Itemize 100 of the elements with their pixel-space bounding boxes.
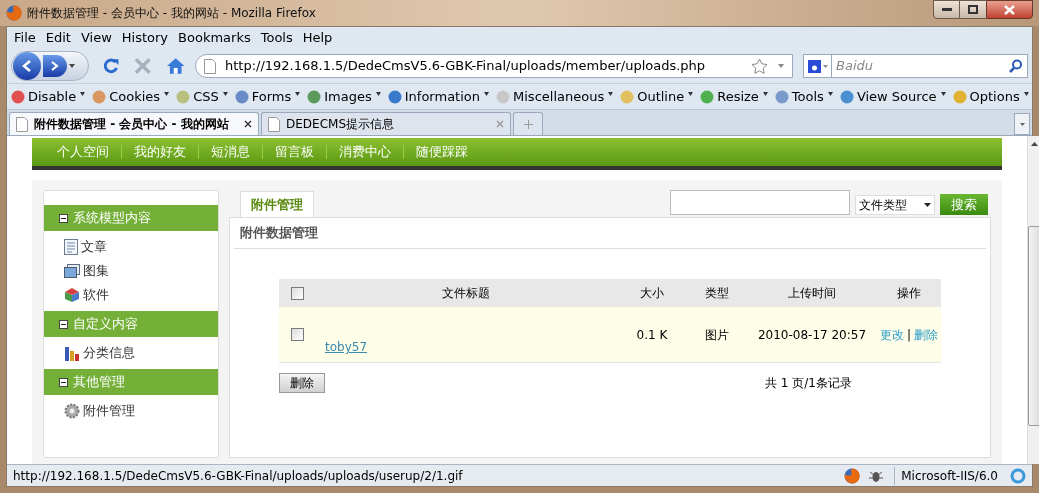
- table-cell-text: 0.1 K: [635, 326, 669, 344]
- browser-tab[interactable]: 附件数据管理 - 会员中心 - 我的网站: [9, 112, 259, 135]
- back-forward-button[interactable]: [11, 51, 89, 81]
- server-text: Microsoft-IIS/6.0: [894, 466, 1004, 485]
- toolbar-menu[interactable]: Options: [952, 86, 1029, 107]
- caret-icon[interactable]: [822, 64, 828, 68]
- caret-icon: [295, 91, 301, 96]
- cube-icon: [64, 287, 80, 303]
- toolbar-menu[interactable]: Cookies: [92, 86, 170, 107]
- file-type-select[interactable]: 文件类型: [855, 195, 935, 215]
- menu-item[interactable]: View: [80, 28, 112, 48]
- home-icon[interactable]: [165, 57, 185, 75]
- minimize-button[interactable]: [933, 0, 960, 19]
- menu-item[interactable]: Edit: [45, 28, 71, 48]
- caret-icon: [80, 91, 86, 96]
- collapse-icon[interactable]: [59, 377, 68, 387]
- checkbox[interactable]: [290, 328, 304, 341]
- section-title: 附件数据管理: [240, 224, 318, 243]
- column-header: 大小: [639, 285, 665, 302]
- checkbox[interactable]: [290, 286, 304, 300]
- table-cell-text: 2010-08-17 20:57: [756, 326, 868, 344]
- search-button[interactable]: [1004, 54, 1028, 78]
- caret-icon: [608, 91, 614, 96]
- caret-icon: [762, 91, 768, 96]
- browser-tab[interactable]: DEDECMS提示信息: [261, 112, 511, 135]
- caret-icon: [688, 91, 694, 96]
- maximize-button[interactable]: [960, 0, 986, 19]
- toolbar-menu[interactable]: Resize: [700, 86, 768, 107]
- caret-icon: [1023, 91, 1029, 96]
- page-icon: [203, 58, 216, 74]
- collapse-icon[interactable]: [59, 213, 68, 223]
- sidebar-link[interactable]: 文章: [81, 237, 107, 257]
- search-field[interactable]: Baidu: [832, 54, 1004, 78]
- toolbar-menu[interactable]: CSS: [176, 86, 228, 107]
- menu-item[interactable]: Help: [302, 28, 333, 48]
- column-header: 上传时间: [787, 285, 837, 302]
- caret-icon: [484, 91, 490, 96]
- caret-icon: [69, 64, 75, 68]
- document-icon: [64, 239, 78, 255]
- caret-icon: [1019, 122, 1025, 126]
- forward-icon: [51, 61, 59, 71]
- window-title: 附件数据管理 - 会员中心 - 我的网站 - Mozilla Firefox: [27, 5, 316, 22]
- toolbar-menu[interactable]: Information: [387, 86, 490, 107]
- toolbar-menu[interactable]: Disable: [11, 86, 86, 107]
- disable-icon: [11, 89, 25, 104]
- star-icon[interactable]: [751, 58, 768, 74]
- page-icon: [16, 116, 28, 132]
- caret-icon: [940, 91, 946, 96]
- tab-list-button[interactable]: [1014, 113, 1030, 135]
- keyword-field[interactable]: [670, 190, 850, 215]
- firefox-icon: [6, 5, 22, 21]
- pagination-text: 共 1 页/1条记录: [765, 375, 852, 392]
- caret-icon: [827, 91, 833, 96]
- delete-button[interactable]: 删除: [279, 373, 325, 393]
- engine-button[interactable]: [803, 54, 832, 78]
- bar-chart-icon: [64, 345, 80, 361]
- back-icon: [22, 60, 32, 72]
- collapse-icon[interactable]: [59, 319, 68, 329]
- scrollbar[interactable]: [1027, 136, 1039, 464]
- menu-item[interactable]: History: [121, 28, 169, 48]
- page-icon: [268, 116, 280, 132]
- close-button[interactable]: [986, 0, 1033, 19]
- sidebar-link[interactable]: 图集: [83, 261, 109, 281]
- content-tab[interactable]: 附件管理: [240, 191, 314, 217]
- menu-item[interactable]: File: [14, 28, 36, 48]
- gallery-icon: [64, 264, 80, 278]
- caret-icon: [924, 203, 931, 207]
- close-icon[interactable]: [244, 120, 252, 128]
- close-icon: [1004, 4, 1015, 15]
- address-field[interactable]: http://192.168.1.5/DedeCmsV5.6-GBK-Final/uploads/member/uploads.php: [194, 54, 793, 78]
- toolbar-menu[interactable]: Miscellaneous: [496, 86, 614, 107]
- table-cell-text: 图片: [704, 326, 730, 344]
- menu-item[interactable]: Bookmarks: [178, 28, 251, 48]
- status-text: http://192.168.1.5/DedeCmsV5.6-GBK-Final/uploads/uploads/userup/2/1.gif: [12, 467, 464, 485]
- menu-item[interactable]: Tools: [260, 28, 293, 48]
- caret-icon: [222, 91, 228, 96]
- toolbar-menu[interactable]: View Source: [839, 86, 946, 107]
- sidebar-link[interactable]: 软件: [83, 285, 109, 305]
- search-icon: [1008, 59, 1023, 73]
- scroll-up-icon[interactable]: [1031, 142, 1038, 146]
- new-tab-button[interactable]: [513, 112, 543, 135]
- caret-icon[interactable]: [778, 64, 784, 68]
- minimize-icon: [941, 8, 952, 11]
- gear-icon: [64, 403, 80, 419]
- sidebar-link[interactable]: 分类信息: [83, 343, 135, 363]
- action-separator: |: [906, 326, 911, 344]
- column-header: 类型: [704, 285, 730, 302]
- caret-icon: [164, 91, 170, 96]
- toolbar-menu[interactable]: Outline: [620, 86, 694, 107]
- toolbar-menu[interactable]: Forms: [234, 86, 301, 107]
- file-title-link[interactable]: toby57: [317, 340, 368, 354]
- column-header: 文件标题: [441, 285, 491, 302]
- toolbar-menu[interactable]: Images: [307, 86, 381, 107]
- refresh-icon: [1010, 467, 1026, 484]
- sidebar-link[interactable]: 附件管理: [83, 401, 135, 421]
- scrollbar-thumb[interactable]: [1028, 226, 1039, 426]
- maximize-icon: [968, 5, 978, 14]
- plus-icon: [523, 119, 533, 129]
- toolbar-menu[interactable]: Tools: [774, 86, 833, 107]
- caret-icon: [375, 91, 381, 96]
